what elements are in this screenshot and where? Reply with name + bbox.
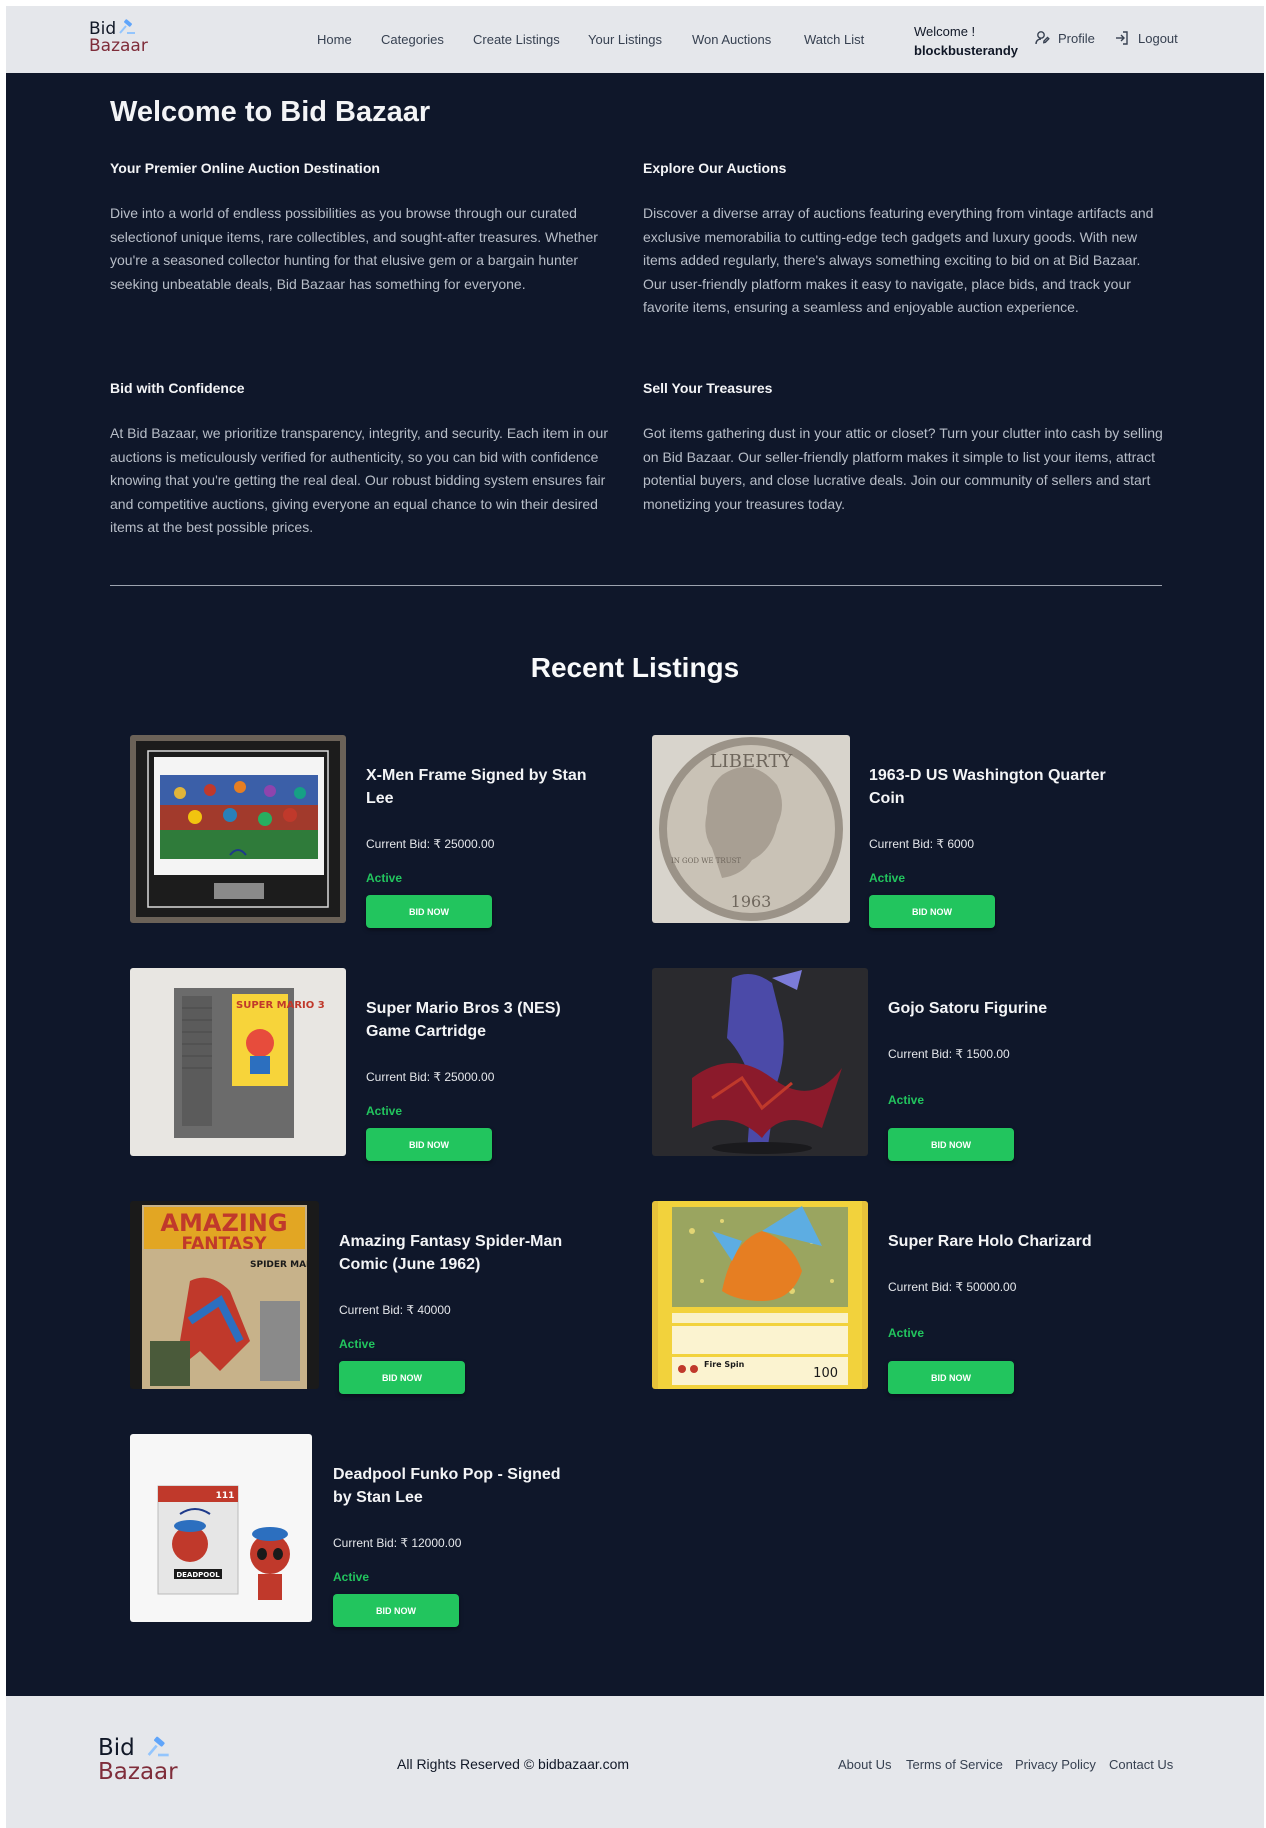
section-body-premier: Dive into a world of endless possibiliti… <box>110 205 598 292</box>
listing-status-deadpool: Active <box>333 1570 370 1584</box>
welcome-greeting: Welcome ! blockbusterandy <box>914 22 1018 60</box>
gavel-icon <box>119 19 135 34</box>
listing-bid-quarter: Current Bid: ₹ 6000 <box>869 837 975 851</box>
nav-your-listings[interactable]: Your Listings <box>588 32 662 47</box>
recent-listings-title: Recent Listings <box>530 652 740 683</box>
footer-gavel-icon <box>147 1736 169 1757</box>
page: Bid Bazaar Home Categories Create Listin… <box>6 6 1264 1828</box>
page-title: Welcome to Bid Bazaar <box>110 96 431 128</box>
coin-legend-year: 1963 <box>731 892 772 911</box>
footer-link-terms[interactable]: Terms of Service <box>906 1757 1003 1772</box>
listing-bid-charizard: Current Bid: ₹ 50000.00 <box>888 1280 1017 1294</box>
gojo-figurine-image[interactable] <box>652 968 868 1156</box>
bid-now-button-gojo[interactable]: BID NOW <box>888 1128 1014 1161</box>
footer-logo[interactable]: Bid Bazaar <box>98 1736 198 1790</box>
user-icon <box>1035 31 1050 45</box>
funko-box-number: 111 <box>216 1491 235 1501</box>
listing-status-charizard: Active <box>888 1326 925 1340</box>
welcome-label: Welcome ! <box>914 24 976 39</box>
profile-label: Profile <box>1058 30 1095 46</box>
section-heading-confidence: Bid with Confidence <box>110 380 245 396</box>
section-heading-premier: Your Premier Online Auction Destination <box>110 160 380 176</box>
listing-title-xmen[interactable]: X-Men Frame Signed by Stan Lee <box>366 764 606 810</box>
footer-copyright: All Rights Reserved © bidbazaar.com <box>397 1756 630 1772</box>
bid-now-button-xmen[interactable]: BID NOW <box>366 895 492 928</box>
bid-now-button-deadpool[interactable]: BID NOW <box>333 1594 459 1627</box>
section-body-confidence: At Bid Bazaar, we prioritize transparenc… <box>110 425 608 535</box>
nav-watch-list[interactable]: Watch List <box>804 32 864 47</box>
listing-title-spiderman[interactable]: Amazing Fantasy Spider-Man Comic (June 1… <box>339 1230 579 1276</box>
charizard-card-image[interactable]: Fire Spin 100 <box>652 1201 868 1389</box>
section-body-sell: Got items gathering dust in your attic o… <box>643 425 1163 512</box>
listing-title-quarter[interactable]: 1963-D US Washington Quarter Coin <box>869 764 1109 810</box>
charizard-attack-damage: 100 <box>813 1366 838 1381</box>
bid-now-button-charizard[interactable]: BID NOW <box>888 1361 1014 1394</box>
cartridge-label-text: SUPER MARIO 3 <box>236 1000 325 1011</box>
section-heading-sell: Sell Your Treasures <box>643 380 773 396</box>
navbar: Bid Bazaar Home Categories Create Listin… <box>6 6 1264 73</box>
comic-tag-spider-man: SPIDER MAN <box>250 1260 314 1270</box>
bid-now-button-quarter[interactable]: BID NOW <box>869 895 995 928</box>
listing-status-xmen: Active <box>366 871 403 885</box>
section-heading-explore: Explore Our Auctions <box>643 160 787 176</box>
spiderman-comic-image[interactable]: AMAZING FANTASY SPIDER MAN <box>130 1201 319 1389</box>
comic-title-fantasy: FANTASY <box>181 1234 267 1254</box>
footer-logo-text-bid: Bid <box>98 1735 135 1761</box>
deadpool-funko-image[interactable]: 111 DEADPOOL <box>130 1434 312 1622</box>
coin-legend-motto: IN GOD WE TRUST <box>671 857 741 865</box>
listing-bid-deadpool: Current Bid: ₹ 12000.00 <box>333 1536 462 1550</box>
section-divider <box>110 585 1162 586</box>
listing-bid-xmen: Current Bid: ₹ 25000.00 <box>366 837 495 851</box>
quarter-coin-image[interactable]: LIBERTY IN GOD WE TRUST 1963 <box>652 735 850 923</box>
username: blockbusterandy <box>914 43 1019 58</box>
footer-logo-text-bazaar: Bazaar <box>98 1759 178 1785</box>
bid-now-button-mario[interactable]: BID NOW <box>366 1128 492 1161</box>
listing-title-charizard[interactable]: Super Rare Holo Charizard <box>888 1230 1128 1253</box>
listing-status-mario: Active <box>366 1104 403 1118</box>
listing-title-gojo[interactable]: Gojo Satoru Figurine <box>888 997 1128 1020</box>
listing-bid-mario: Current Bid: ₹ 25000.00 <box>366 1070 495 1084</box>
mario-cartridge-image[interactable]: SUPER MARIO 3 <box>130 968 346 1156</box>
footer-link-contact[interactable]: Contact Us <box>1109 1757 1173 1772</box>
logout-label: Logout <box>1138 30 1178 46</box>
comic-title-amazing: AMAZING <box>160 1209 287 1237</box>
header-logo[interactable]: Bid Bazaar <box>89 19 159 62</box>
footer: Bid Bazaar All Rights Reserved © bidbaza… <box>6 1696 1264 1828</box>
funko-box-name: DEADPOOL <box>176 1571 220 1579</box>
coin-legend-liberty: LIBERTY <box>710 751 794 772</box>
nav-create-listings[interactable]: Create Listings <box>473 32 560 47</box>
section-body-explore: Discover a diverse array of auctions fea… <box>643 205 1154 315</box>
nav-home[interactable]: Home <box>317 32 352 47</box>
logo-text-bazaar: Bazaar <box>89 36 148 56</box>
listing-status-spiderman: Active <box>339 1337 376 1351</box>
listing-title-deadpool[interactable]: Deadpool Funko Pop - Signed by Stan Lee <box>333 1463 573 1509</box>
logout-icon <box>1116 31 1128 45</box>
listing-bid-spiderman: Current Bid: ₹ 40000 <box>339 1303 451 1317</box>
footer-link-privacy[interactable]: Privacy Policy <box>1015 1757 1096 1772</box>
nav-won-auctions[interactable]: Won Auctions <box>692 32 771 47</box>
logout-link[interactable]: Logout <box>1114 30 1178 46</box>
nav-categories[interactable]: Categories <box>381 32 444 47</box>
listing-title-mario[interactable]: Super Mario Bros 3 (NES) Game Cartridge <box>366 997 606 1043</box>
footer-link-about[interactable]: About Us <box>838 1757 891 1772</box>
profile-link[interactable]: Profile <box>1034 30 1095 46</box>
listing-status-quarter: Active <box>869 871 906 885</box>
xmen-frame-image[interactable] <box>130 735 346 923</box>
bid-now-button-spiderman[interactable]: BID NOW <box>339 1361 465 1394</box>
listing-bid-gojo: Current Bid: ₹ 1500.00 <box>888 1047 1010 1061</box>
charizard-attack-name: Fire Spin <box>704 1360 745 1369</box>
listing-status-gojo: Active <box>888 1093 925 1107</box>
